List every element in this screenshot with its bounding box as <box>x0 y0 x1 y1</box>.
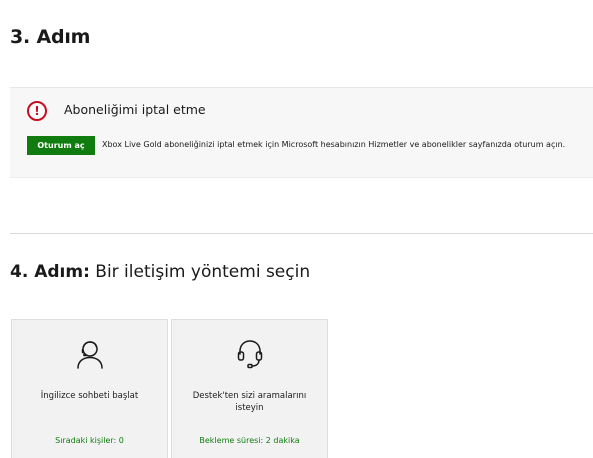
wait-time-status: Bekleme süresi: 2 dakika <box>199 436 300 445</box>
start-chat-label: İngilizce sohbeti başlat <box>40 391 139 401</box>
request-call-label: Destek'ten sizi aramalarını isteyin <box>192 391 307 413</box>
step4-title: 4. Adım: Bir iletişim yöntemi seçin <box>10 262 310 282</box>
queue-status: Sıradaki kişiler: 0 <box>55 436 124 445</box>
cancel-subscription-notice: ! Aboneliğimi iptal etme Oturum aç Xbox … <box>10 87 593 178</box>
headset-icon <box>172 338 327 370</box>
divider <box>10 233 593 234</box>
notice-text: Xbox Live Gold aboneliğinizi iptal etmek… <box>102 140 566 149</box>
alert-icon: ! <box>27 101 47 121</box>
start-chat-card[interactable]: İngilizce sohbeti başlat Sıradaki kişile… <box>11 319 168 458</box>
step4-title-text: Bir iletişim yöntemi seçin <box>89 262 311 282</box>
request-call-card[interactable]: Destek'ten sizi aramalarını isteyin Bekl… <box>171 319 328 458</box>
person-chat-icon <box>12 338 167 370</box>
notice-heading: Aboneliğimi iptal etme <box>64 102 206 117</box>
step4-title-label: 4. Adım: <box>10 262 90 282</box>
sign-in-button[interactable]: Oturum aç <box>27 136 95 155</box>
step3-title: 3. Adım <box>10 26 91 48</box>
